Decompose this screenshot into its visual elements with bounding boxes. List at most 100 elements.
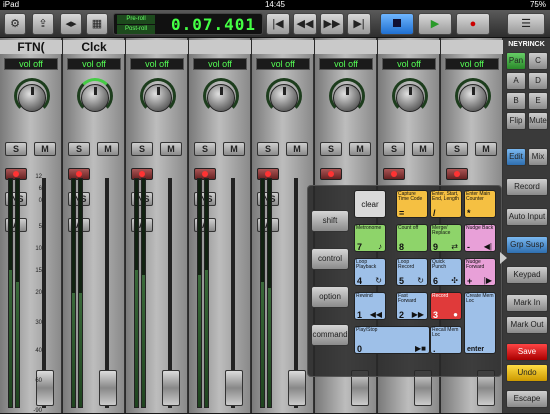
pan-knob[interactable]	[144, 84, 172, 112]
track-name[interactable]	[315, 40, 377, 54]
count-off-key[interactable]: Count off 8	[396, 224, 428, 252]
volume-fader[interactable]	[288, 370, 306, 406]
track-name[interactable]	[378, 40, 440, 54]
settings-gear-icon[interactable]: ⚙	[4, 13, 26, 35]
clock: 14:45	[264, 0, 286, 9]
volume-fader[interactable]	[99, 370, 117, 406]
e-button[interactable]: E	[528, 92, 548, 110]
auto-input-button[interactable]: Auto Input	[506, 208, 548, 226]
main-counter[interactable]: Pre-roll Post-roll 0.07.401	[113, 13, 263, 35]
mute-button[interactable]: M	[160, 142, 182, 156]
option-button[interactable]: option	[311, 286, 349, 308]
nudge-forward-key[interactable]: Nudge Forward + |▶	[464, 258, 496, 286]
solo-button[interactable]: S	[320, 142, 342, 156]
fast-forward-icon[interactable]: ▶▶	[320, 13, 344, 35]
solo-button[interactable]: S	[68, 142, 90, 156]
mute-button[interactable]: M	[349, 142, 371, 156]
mark-in-button[interactable]: Mark In	[506, 294, 548, 312]
return-to-zero-icon[interactable]: |◀	[266, 13, 290, 35]
mute-button[interactable]: M	[412, 142, 434, 156]
postroll-indicator[interactable]: Post-roll	[117, 25, 155, 34]
mix-button[interactable]: Mix	[528, 148, 548, 166]
create-mem-loc-key[interactable]: Create Mem Loc enter	[464, 292, 496, 354]
track-name[interactable]	[189, 40, 251, 54]
pan-knob[interactable]	[18, 84, 46, 112]
control-button[interactable]: control	[311, 248, 349, 270]
key-number: 1	[357, 310, 363, 320]
metronome-key[interactable]: Metronome 7 ♪	[354, 224, 386, 252]
mute-button[interactable]: M	[34, 142, 56, 156]
quick-punch-key[interactable]: Quick Punch 6 ✣	[430, 258, 462, 286]
transport-toolbar: ⚙ ⇪ ◂▸ ▦ Pre-roll Post-roll 0.07.401 |◀ …	[0, 10, 550, 38]
mute-button[interactable]: M	[223, 142, 245, 156]
pan-button[interactable]: Pan	[506, 52, 526, 70]
upload-icon[interactable]: ⇪	[32, 13, 54, 35]
record-arm-button[interactable]	[446, 168, 468, 180]
play-button[interactable]: ▶	[418, 13, 452, 35]
capture-timecode-key[interactable]: Capture Time Code =	[396, 190, 428, 218]
record-button[interactable]: ●	[456, 13, 490, 35]
track-name[interactable]	[441, 40, 503, 54]
track-name[interactable]	[252, 40, 314, 54]
enter-main-counter-key[interactable]: Enter Main Counter *	[464, 190, 496, 218]
volume-fader[interactable]	[225, 370, 243, 406]
track-name[interactable]: FTN(	[0, 40, 62, 54]
c-button[interactable]: C	[528, 52, 548, 70]
preroll-indicator[interactable]: Pre-roll	[117, 15, 155, 24]
mute-button[interactable]: M	[475, 142, 497, 156]
mute-button[interactable]: M	[286, 142, 308, 156]
solo-button[interactable]: S	[194, 142, 216, 156]
pan-knob[interactable]	[81, 84, 109, 112]
edit-button[interactable]: Edit	[506, 148, 526, 166]
rewind-key[interactable]: Rewind 1 ◀◀	[354, 292, 386, 320]
keypad-button[interactable]: Keypad	[506, 266, 548, 284]
recall-mem-loc-key[interactable]: Recall Mem Loc.	[430, 326, 462, 354]
pan-knob[interactable]	[207, 84, 235, 112]
volume-fader[interactable]	[162, 370, 180, 406]
loop-playback-key[interactable]: Loop Playback 4 ↻	[354, 258, 386, 286]
grid-icon[interactable]: ▦	[86, 13, 108, 35]
shift-button[interactable]: shift	[311, 210, 349, 232]
pan-knob[interactable]	[396, 84, 424, 112]
solo-button[interactable]: S	[5, 142, 27, 156]
clear-key[interactable]: clear	[354, 190, 386, 218]
key-label: Nudge Back	[466, 225, 494, 231]
track-name[interactable]: Clck	[63, 40, 125, 54]
undo-button[interactable]: Undo	[506, 364, 548, 382]
track-name[interactable]	[126, 40, 188, 54]
a-button[interactable]: A	[506, 72, 526, 90]
solo-button[interactable]: S	[446, 142, 468, 156]
solo-button[interactable]: S	[257, 142, 279, 156]
fast-forward-key[interactable]: Fast Forward 2 ▶▶	[396, 292, 428, 320]
group-suspend-button[interactable]: Grp Susp	[506, 236, 548, 254]
nudge-back-key[interactable]: Nudge Back - ◀|	[464, 224, 496, 252]
solo-button[interactable]: S	[383, 142, 405, 156]
stop-button[interactable]	[380, 13, 414, 35]
b-button[interactable]: B	[506, 92, 526, 110]
pan-knob[interactable]	[333, 84, 361, 112]
hamburger-icon[interactable]: ☰	[507, 13, 545, 35]
solo-button[interactable]: S	[131, 142, 153, 156]
bank-arrows-icon[interactable]: ◂▸	[60, 13, 82, 35]
pan-knob[interactable]	[459, 84, 487, 112]
mute-button[interactable]: M	[97, 142, 119, 156]
mute-mode-button[interactable]: Mute	[528, 112, 548, 130]
go-to-end-icon[interactable]: ▶|	[347, 13, 371, 35]
flip-button[interactable]: Flip	[506, 112, 526, 130]
save-button[interactable]: Save	[506, 343, 548, 361]
enter-start-end-key[interactable]: Enter, Start, End, Length /	[430, 190, 462, 218]
merge-replace-key[interactable]: Merge/ Replace 9 ⇄	[430, 224, 462, 252]
escape-button[interactable]: Escape	[506, 390, 548, 408]
key-label: Enter, Start, End, Length	[432, 191, 459, 202]
play-stop-key[interactable]: Play/Stop 0 ▶■	[354, 326, 430, 354]
record-key[interactable]: Record 3 ●	[430, 292, 462, 320]
record-arm-button[interactable]	[383, 168, 405, 180]
mark-out-button[interactable]: Mark Out	[506, 316, 548, 334]
pan-knob[interactable]	[270, 84, 298, 112]
record-arm-button[interactable]	[320, 168, 342, 180]
rewind-icon[interactable]: ◀◀	[293, 13, 317, 35]
record-mode-button[interactable]: Record	[506, 178, 548, 196]
command-button[interactable]: command	[311, 324, 349, 346]
d-button[interactable]: D	[528, 72, 548, 90]
loop-record-key[interactable]: Loop Record 5 ↻	[396, 258, 428, 286]
